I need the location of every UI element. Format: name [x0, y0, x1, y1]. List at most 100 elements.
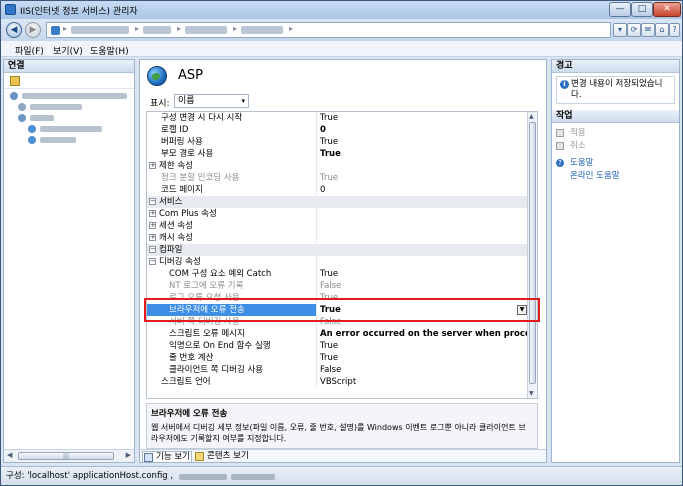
menu-help[interactable]: 도움말(H)	[90, 44, 129, 57]
property-value[interactable]	[318, 220, 528, 232]
property-value[interactable]	[318, 196, 528, 208]
property-row[interactable]: Com Plus 속성 +	[147, 208, 528, 220]
property-name: 로캘 ID	[147, 124, 317, 136]
collapse-icon[interactable]: −	[149, 198, 156, 205]
forward-button[interactable]: ▶	[25, 22, 41, 38]
property-grid-vscrollbar[interactable]: ▲ ▼	[527, 112, 537, 398]
expand-icon[interactable]: +	[149, 234, 156, 241]
property-row[interactable]: 로캘 ID 0	[147, 124, 528, 136]
highlight-annotation	[144, 298, 540, 322]
property-row[interactable]: COM 구성 요소 예외 Catch True	[147, 268, 528, 280]
window-title: IIS(인터넷 정보 서비스) 관리자	[20, 7, 138, 17]
tree-node-start-page[interactable]	[8, 91, 132, 101]
tree-node-site[interactable]	[22, 135, 132, 145]
description-title: 브라우저에 오류 전송	[151, 409, 228, 419]
property-value[interactable]: True	[318, 112, 528, 124]
property-value[interactable]: VBScript	[318, 376, 528, 388]
chevron-down-icon: ▾	[241, 97, 245, 105]
scroll-left-icon[interactable]: ◀	[7, 451, 12, 459]
property-row[interactable]: 정크 분할 인코딩 사용 True	[147, 172, 528, 184]
property-row[interactable]: 캐시 속성 +	[147, 232, 528, 244]
help-icon[interactable]: ?	[669, 23, 680, 37]
scroll-thumb[interactable]	[529, 122, 536, 384]
property-row[interactable]: 줄 번호 계산 True	[147, 352, 528, 364]
close-button[interactable]: ✕	[653, 2, 681, 17]
property-value[interactable]: False	[318, 280, 528, 292]
expand-icon[interactable]: +	[149, 222, 156, 229]
property-value[interactable]: True	[318, 148, 528, 160]
help-action[interactable]: ? 도움말	[552, 157, 679, 170]
property-value[interactable]: True	[318, 136, 528, 148]
property-row[interactable]: 부모 경로 사용 True	[147, 148, 528, 160]
tab-features-view[interactable]: 기능 보기	[142, 451, 192, 462]
property-value[interactable]: True	[318, 172, 528, 184]
scroll-right-icon[interactable]: ▶	[126, 451, 131, 459]
property-value[interactable]: True	[318, 352, 528, 364]
property-value[interactable]	[318, 160, 528, 172]
menu-view[interactable]: 보기(V)	[53, 44, 83, 57]
property-value[interactable]: An error occurred on the server when pro…	[318, 328, 528, 340]
property-row[interactable]: 디버깅 속성 −	[147, 256, 528, 268]
property-value[interactable]: 0	[318, 184, 528, 196]
actions-header: 작업	[552, 110, 679, 123]
property-row[interactable]: 세션 속성 +	[147, 220, 528, 232]
create-connection-icon[interactable]	[10, 76, 20, 86]
breadcrumb[interactable]: ▸ ▸ ▸ ▸ ▸	[46, 22, 611, 38]
scroll-up-icon[interactable]: ▲	[529, 113, 534, 120]
home-icon[interactable]: ⌂	[655, 23, 669, 37]
property-row[interactable]: 코드 페이지 0	[147, 184, 528, 196]
refresh-icon[interactable]: ⟳	[627, 23, 641, 37]
property-name: 줄 번호 계산	[147, 352, 317, 364]
category-row[interactable]: 서비스 −	[147, 196, 528, 208]
mail-icon[interactable]: ✉	[641, 23, 655, 37]
breadcrumb-segment[interactable]	[71, 26, 129, 34]
tree-node-default-site[interactable]	[22, 124, 132, 134]
breadcrumb-segment[interactable]	[143, 26, 171, 34]
property-row[interactable]: 스크립트 언어 VBScript	[147, 376, 528, 388]
display-select[interactable]: 이름 ▾	[174, 94, 249, 108]
category-row[interactable]: 컴파일 −	[147, 244, 528, 256]
property-row[interactable]: NT 로그에 오류 기록 False	[147, 280, 528, 292]
collapse-icon[interactable]: −	[149, 258, 156, 265]
tree-node-sites[interactable]	[14, 113, 132, 123]
cancel-action[interactable]: 취소	[552, 140, 679, 153]
property-row[interactable]: 버퍼링 사용 True	[147, 136, 528, 148]
online-help-action[interactable]: 온라인 도움말	[552, 170, 679, 183]
info-icon: i	[560, 80, 569, 89]
breadcrumb-segment[interactable]	[241, 26, 283, 34]
property-value[interactable]: False	[318, 364, 528, 376]
minimize-button[interactable]: —	[609, 2, 631, 17]
title-bar: IIS(인터넷 정보 서비스) 관리자 — □ ✕	[1, 1, 682, 19]
property-row[interactable]: 클라이언트 쪽 디버깅 사용 False	[147, 364, 528, 376]
address-dropdown-icon[interactable]: ▾	[613, 23, 627, 37]
actions-panel: 경고 i 변경 내용이 저장되었습니다. 작업 적용 취소 ? 도움말 온라인 …	[551, 59, 680, 463]
connections-hscrollbar[interactable]: ◀ ||| ▶	[4, 449, 134, 462]
property-value[interactable]	[318, 208, 528, 220]
server-icon	[51, 26, 60, 35]
property-row[interactable]: 스크립트 오류 메시지 An error occurred on the serv…	[147, 328, 528, 340]
property-row[interactable]: 익명으로 On End 함수 실행 True	[147, 340, 528, 352]
collapse-icon[interactable]: −	[149, 246, 156, 253]
property-grid[interactable]: 구성 변경 시 다시 시작 True 로캘 ID 0 버퍼링 사용 True 부모 경로 사…	[146, 111, 538, 399]
scroll-down-icon[interactable]: ▼	[529, 390, 534, 397]
property-name: 세션 속성	[147, 220, 317, 232]
scroll-thumb[interactable]: |||	[18, 452, 114, 460]
property-value[interactable]: True	[318, 340, 528, 352]
property-row[interactable]: 구성 변경 시 다시 시작 True	[147, 112, 528, 124]
property-value[interactable]	[318, 232, 528, 244]
property-value[interactable]	[318, 256, 528, 268]
iis-app-icon	[5, 4, 16, 15]
back-button[interactable]: ◀	[6, 22, 22, 38]
breadcrumb-segment[interactable]	[185, 26, 227, 34]
expand-icon[interactable]: +	[149, 162, 156, 169]
property-value[interactable]: True	[318, 268, 528, 280]
tree-node-app-pools[interactable]	[14, 102, 132, 112]
property-row[interactable]: 제한 속성 +	[147, 160, 528, 172]
menu-file[interactable]: 파일(F)	[15, 44, 44, 57]
property-value[interactable]: 0	[318, 124, 528, 136]
tab-content-view[interactable]: 콘텐츠 보기	[194, 451, 256, 462]
apply-action[interactable]: 적용	[552, 127, 679, 140]
expand-icon[interactable]: +	[149, 210, 156, 217]
maximize-button[interactable]: □	[631, 2, 653, 17]
property-value[interactable]	[318, 244, 528, 256]
